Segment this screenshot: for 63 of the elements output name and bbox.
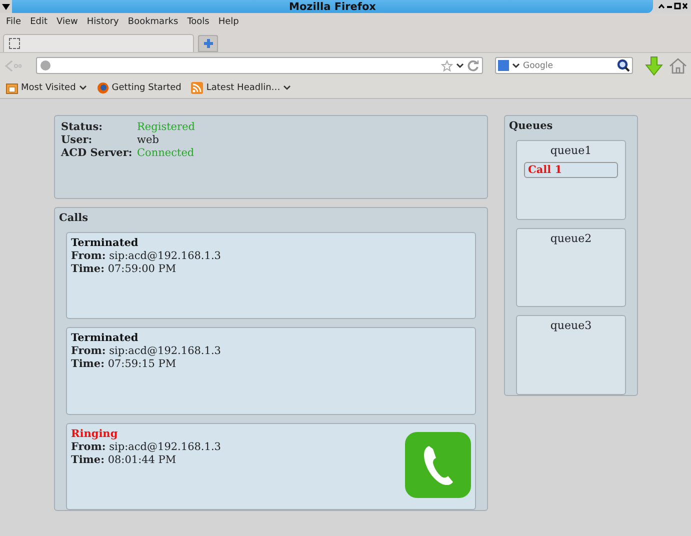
window-menu-icon[interactable] [2, 4, 10, 10]
search-icon[interactable] [617, 59, 630, 72]
dropdown-icon [283, 85, 292, 91]
answer-phone-button[interactable] [405, 432, 471, 498]
browser-tab[interactable] [3, 34, 194, 52]
queue-name: queue3 [550, 319, 592, 332]
home-icon[interactable] [669, 56, 687, 74]
field-label: Time: [71, 358, 104, 370]
field-label: Time: [71, 263, 104, 275]
caller-address: sip:acd@192.168.1.3 [109, 345, 221, 358]
call-card[interactable]: Terminated From: sip:acd@192.168.1.3 Time: 07:59:15 PM [66, 327, 476, 415]
bookmark-item[interactable]: Latest Headlin… [191, 82, 292, 94]
search-field[interactable]: Google [495, 57, 633, 74]
status-value: web [137, 134, 159, 146]
star-icon[interactable] [441, 60, 453, 72]
window-controls-icon[interactable] [658, 2, 688, 11]
status-label: User: [61, 134, 94, 146]
menu-item[interactable]: View [56, 16, 78, 26]
caller-address: sip:acd@192.168.1.3 [109, 440, 221, 453]
menu-item[interactable]: Help [218, 16, 239, 26]
dropdown-icon[interactable] [456, 62, 464, 68]
download-arrow-icon[interactable] [645, 56, 663, 76]
queue-name: queue1 [550, 144, 592, 157]
address-field[interactable] [36, 57, 483, 74]
search-field[interactable]: Google [523, 60, 614, 70]
status-value: Registered [137, 121, 195, 133]
call-state: Ringing [71, 428, 119, 441]
field-label: From: [71, 345, 106, 358]
folder-icon [6, 82, 18, 94]
menu-item[interactable]: Tools [187, 16, 210, 26]
call-time: 07:59:00 PM [108, 263, 176, 275]
new-tab-button[interactable] [198, 35, 218, 52]
call-card[interactable]: Ringing From: sip:acd@192.168.1.3 Time: 08:01:44 PM [66, 422, 476, 510]
menu-item[interactable]: File [6, 16, 22, 26]
call-time: 07:59:15 PM [108, 358, 176, 370]
back-icon[interactable] [4, 58, 22, 72]
call-state: Terminated [71, 332, 140, 346]
call-state: Terminated [71, 237, 140, 250]
window-title: Mozilla Firefox [288, 0, 377, 12]
queue-name: queue2 [550, 232, 592, 245]
plus-icon [202, 38, 214, 49]
bookmark-item[interactable]: Most Visited [6, 82, 87, 94]
field-label: Time: [71, 454, 104, 466]
menu-item[interactable]: Bookmarks [128, 16, 178, 26]
panel-title: Queues [509, 120, 554, 132]
menu-item[interactable]: History [86, 16, 119, 26]
bookmark-item[interactable]: Getting Started [96, 82, 182, 94]
field-label: From: [71, 250, 106, 262]
panel-title: Calls [59, 212, 90, 224]
menu-item[interactable]: Edit [30, 16, 48, 26]
status-value: Connected [137, 147, 194, 159]
globe-fox-icon [96, 82, 109, 94]
status-label: Status: [61, 121, 104, 133]
globe-icon [40, 60, 51, 71]
field-label: From: [71, 440, 106, 453]
blank-page-icon [9, 38, 20, 49]
call-card[interactable]: Terminated From: sip:acd@192.168.1.3 Time: 07:59:00 PM [66, 232, 476, 320]
dropdown-icon [78, 85, 87, 91]
rss-icon [191, 82, 204, 94]
dropdown-icon[interactable] [512, 62, 520, 68]
call-time: 08:01:44 PM [108, 454, 176, 466]
status-label: ACD Server: [61, 147, 134, 159]
caller-address: sip:acd@192.168.1.3 [109, 250, 221, 262]
